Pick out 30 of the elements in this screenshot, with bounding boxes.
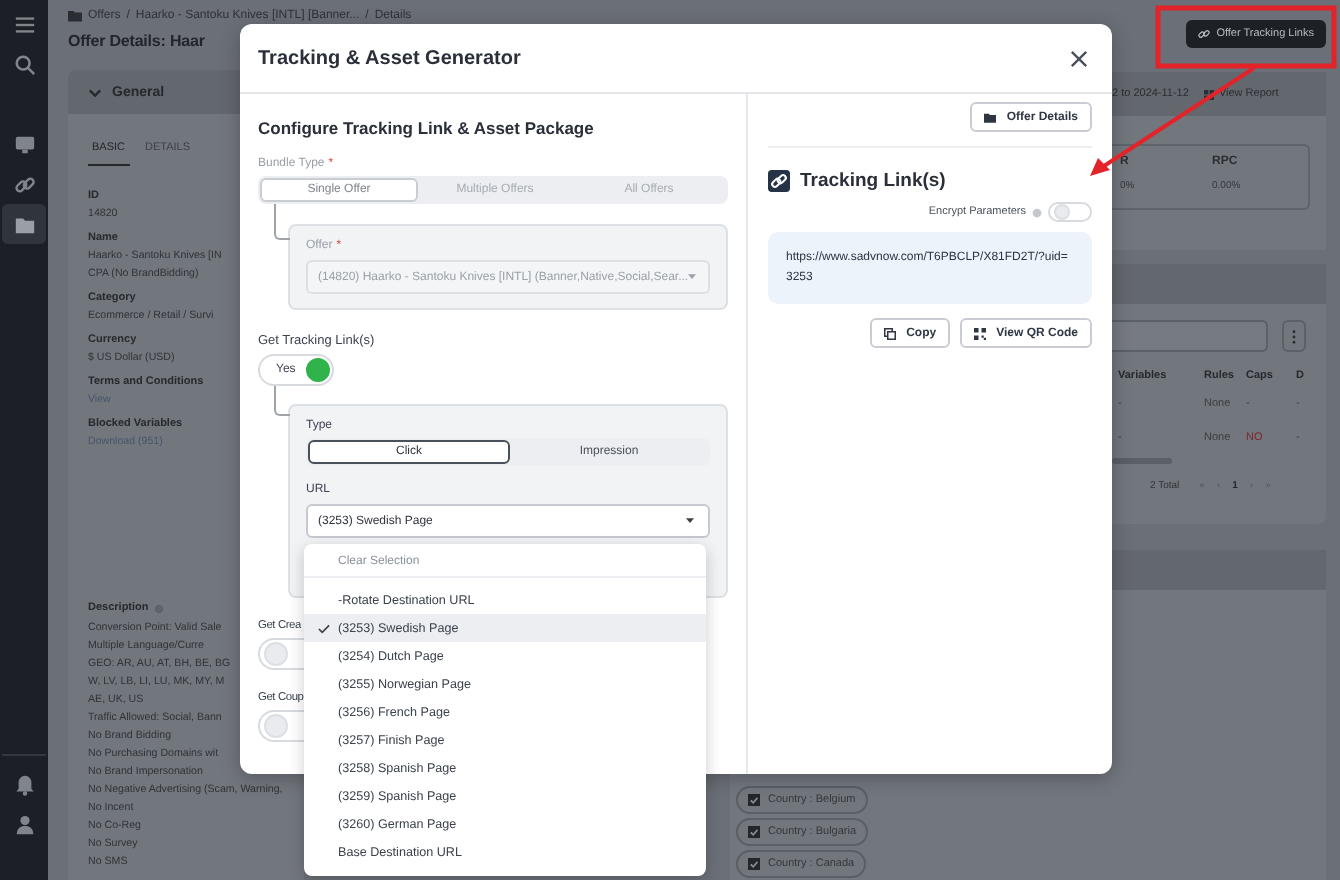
toggle-switch[interactable] — [1048, 202, 1092, 222]
link-icon — [1198, 28, 1211, 40]
section-heading: Tracking Link(s) — [800, 170, 946, 192]
close-icon[interactable] — [1070, 49, 1088, 67]
link-icon — [13, 173, 35, 195]
caret-icon — [688, 274, 697, 280]
checkbox[interactable] — [748, 858, 760, 870]
grid-icon — [1204, 89, 1215, 99]
folder-icon — [984, 111, 997, 123]
menu-icon — [13, 13, 35, 35]
checkbox[interactable] — [748, 794, 760, 806]
folder-icon — [13, 213, 35, 235]
bell-icon — [13, 773, 35, 795]
user-icon — [13, 813, 35, 835]
info-icon — [1032, 207, 1042, 217]
sidebar-item[interactable] — [2, 204, 46, 244]
page-title: Offer Details: Haar — [68, 32, 205, 50]
monitor-icon — [13, 133, 35, 155]
chevron-icon — [88, 85, 102, 99]
checkbox[interactable] — [748, 826, 760, 838]
search-icon — [13, 53, 35, 75]
check-icon — [318, 623, 330, 633]
qr-code-icon — [974, 327, 987, 339]
dialog-title: Tracking & Asset Generator — [258, 47, 521, 69]
folder-icon — [68, 9, 82, 21]
link-icon — [768, 170, 790, 192]
search-field[interactable] — [1112, 320, 1268, 352]
section-heading: Configure Tracking Link & Asset Package — [258, 118, 594, 138]
copy-icon — [884, 327, 897, 339]
caret-icon — [686, 518, 694, 524]
